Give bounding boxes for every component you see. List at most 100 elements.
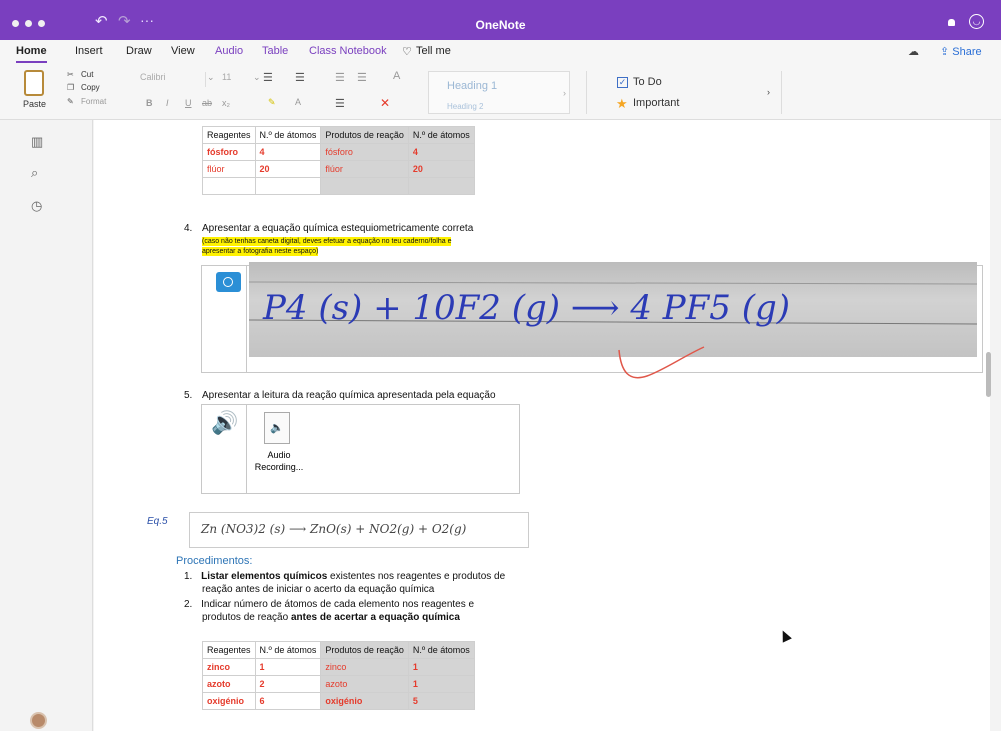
vertical-scrollbar[interactable] <box>986 352 991 397</box>
feedback-smile-icon[interactable]: ◡ <box>969 14 984 29</box>
ribbon-tabs: Home Insert Draw View Audio Table Class … <box>0 40 1001 66</box>
tab-audio[interactable]: Audio <box>215 45 243 57</box>
audio-label-line-2: Recording... <box>254 462 304 472</box>
left-navigation: ▥ ⌕ ◷ <box>0 120 93 731</box>
underline-icon[interactable]: U <box>185 98 192 108</box>
chevron-right-icon[interactable]: › <box>767 87 770 97</box>
bullet-list-icon[interactable]: ☰ <box>263 71 273 84</box>
tab-tell-me[interactable]: Tell me <box>416 45 451 57</box>
table-cell: 1 <box>254 658 322 676</box>
scissors-icon: ✂ <box>67 70 74 79</box>
tags-gallery[interactable]: ✓ To Do ★ Important › <box>586 71 782 114</box>
font-color-icon[interactable]: A <box>295 97 301 107</box>
format-painter-button[interactable]: ✎ Format <box>67 97 106 106</box>
table-cell: azoto <box>202 675 256 693</box>
atoms-table-2: Reagentes N.º de átomos Produtos de reaç… <box>202 641 475 710</box>
table-header: N.º de átomos <box>407 641 475 659</box>
red-ink-stroke <box>618 346 705 379</box>
tab-view[interactable]: View <box>171 45 195 57</box>
tab-class-notebook[interactable]: Class Notebook <box>309 45 387 57</box>
italic-icon[interactable]: I <box>166 98 169 108</box>
style-heading-1[interactable]: Heading 1 <box>447 80 497 92</box>
divider <box>246 266 247 372</box>
align-icon[interactable]: ☰ <box>335 97 345 110</box>
clear-format-icon[interactable]: A <box>393 70 400 82</box>
procedure-number: 1. <box>184 571 193 582</box>
format-label: Format <box>81 97 107 106</box>
notebooks-icon[interactable]: ▥ <box>31 134 43 150</box>
delete-icon[interactable]: ✕ <box>380 96 390 110</box>
paste-button[interactable]: Paste <box>23 99 46 109</box>
chevron-down-icon[interactable]: ⌄ <box>253 72 261 83</box>
divider <box>246 405 247 493</box>
search-icon[interactable]: ⌕ <box>31 165 38 181</box>
procedure-text: Indicar número de átomos de cada element… <box>201 599 475 610</box>
table-cell: 1 <box>407 675 475 693</box>
table-cell: oxigénio <box>202 692 256 710</box>
todo-checkbox-icon: ✓ <box>617 77 628 88</box>
highlight-icon[interactable]: ✎ <box>268 97 276 108</box>
table-row <box>202 177 475 195</box>
bold-icon[interactable]: B <box>146 98 153 108</box>
step-4-note-line-1: (caso não tenhas caneta digital, deves e… <box>202 237 452 246</box>
styles-gallery[interactable]: Heading 1 Heading 2 › <box>428 71 570 114</box>
procedure-bold: Listar elementos químicos <box>201 571 328 582</box>
table-cell: 20 <box>254 160 322 178</box>
tab-insert[interactable]: Insert <box>75 45 103 57</box>
table-cell: 2 <box>254 675 322 693</box>
subscript-icon[interactable]: x₂ <box>222 98 230 108</box>
share-button[interactable]: ⇪ Share <box>940 45 982 58</box>
table-row: flúor 20 flúor 20 <box>202 160 475 178</box>
table-header: N.º de átomos <box>407 126 475 144</box>
audio-label-line-1: Audio <box>267 450 291 460</box>
eq-5-handwritten: Zn (NO3)2 (s) ⟶ ZnO(s) + NO2(g) + O2(g) <box>201 522 467 536</box>
strikethrough-icon[interactable]: ab <box>202 98 212 108</box>
paste-icon[interactable] <box>24 70 44 96</box>
tab-draw[interactable]: Draw <box>126 45 152 57</box>
style-heading-2[interactable]: Heading 2 <box>447 102 483 111</box>
table-cell: 4 <box>254 143 322 161</box>
tab-home[interactable]: Home <box>16 45 47 63</box>
speaker-icon[interactable]: 🔊 <box>211 410 238 436</box>
page-canvas[interactable]: Reagentes N.º de átomos Produtos de reaç… <box>94 120 990 731</box>
copy-button[interactable]: ❐ Copy <box>67 83 100 92</box>
procedure-text: existentes nos reagentes e produtos de <box>327 571 506 582</box>
sync-icon[interactable]: ☁ <box>908 45 919 58</box>
font-size-select[interactable]: 11 <box>222 72 252 87</box>
bell-icon[interactable] <box>948 19 955 26</box>
table-row: zinco 1 zinco 1 <box>202 658 475 676</box>
red-ink-mark <box>618 346 705 379</box>
share-label: Share <box>952 46 982 58</box>
chevron-down-icon[interactable]: ⌄ <box>207 72 215 83</box>
audio-file-icon[interactable]: 🔈 <box>264 412 290 444</box>
tag-todo[interactable]: To Do <box>633 76 662 88</box>
procedure-item-1-line-2: reação antes de iniciar o acerto da equa… <box>202 584 435 595</box>
step-4-text: Apresentar a equação química estequiomet… <box>202 223 474 234</box>
camera-icon[interactable] <box>216 272 241 292</box>
table-cell <box>407 177 475 195</box>
table-cell: 6 <box>254 692 322 710</box>
cut-button[interactable]: ✂ Cut <box>67 70 93 79</box>
chevron-right-icon[interactable]: › <box>563 88 566 98</box>
numbered-list-icon[interactable]: ☰ <box>295 71 305 84</box>
tab-table[interactable]: Table <box>262 45 288 57</box>
table-header: Produtos de reação <box>320 641 409 659</box>
title-bar: ↶ ↷ ··· OneNote ◡ <box>0 0 1001 40</box>
decrease-indent-icon[interactable]: ☰ <box>335 71 345 84</box>
table-cell: fósforo <box>202 143 256 161</box>
recent-clock-icon[interactable]: ◷ <box>31 198 42 214</box>
procedure-item-2: 2. Indicar número de átomos de cada elem… <box>184 598 474 611</box>
table-cell: flúor <box>202 160 256 178</box>
handwritten-equation: P4 (s) + 10F2 (g) ⟶ 4 PF5 (g) <box>262 288 790 328</box>
font-family-select[interactable]: Calibri <box>140 72 206 87</box>
table-header: Produtos de reação <box>320 126 409 144</box>
table-row: fósforo 4 fósforo 4 <box>202 143 475 161</box>
tag-important[interactable]: Important <box>633 97 679 109</box>
audio-recording-label[interactable]: Audio Recording... <box>254 449 304 473</box>
step-4-note-line-2: apresentar a fotografia neste espaço) <box>202 247 319 256</box>
avatar[interactable] <box>30 712 47 729</box>
procedure-text: produtos de reação <box>202 612 291 623</box>
increase-indent-icon[interactable]: ☰ <box>357 71 367 84</box>
table-row: azoto 2 azoto 1 <box>202 675 475 693</box>
table-cell: 5 <box>407 692 475 710</box>
